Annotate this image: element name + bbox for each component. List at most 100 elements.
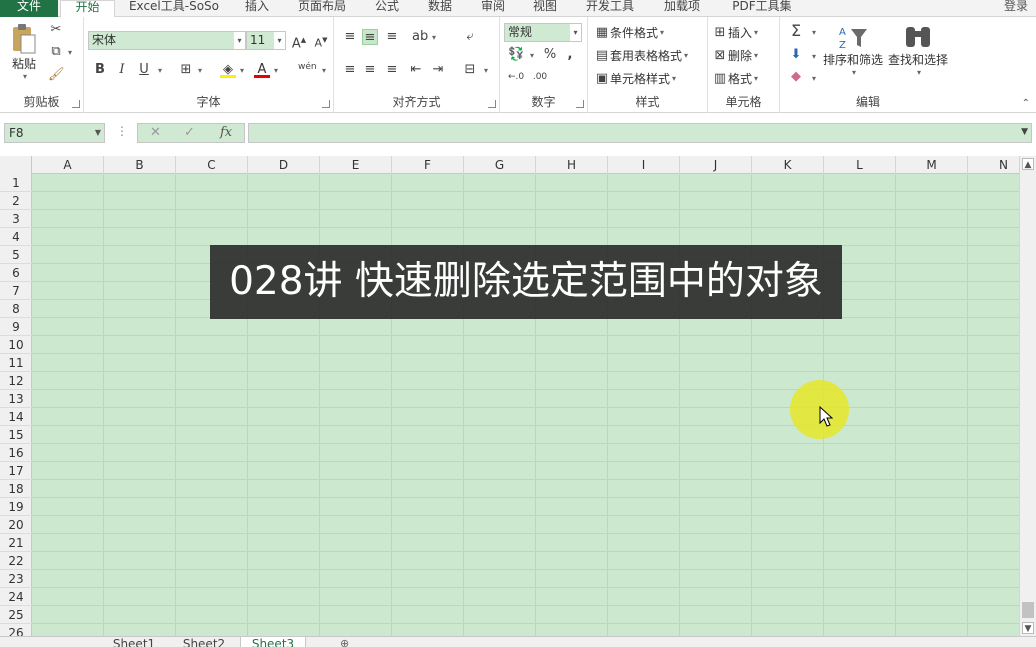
insert-cells-button[interactable]: ⊞ 插入 ▾ <box>712 24 758 41</box>
font-launcher-icon[interactable] <box>322 100 330 108</box>
row-header-26[interactable]: 26 <box>0 624 32 636</box>
sheet-tab-3[interactable]: Sheet3 <box>240 637 306 647</box>
row-header-2[interactable]: 2 <box>0 192 32 210</box>
percent-button[interactable]: % <box>542 47 558 63</box>
tab-formulas[interactable]: 公式 <box>364 0 410 17</box>
number-launcher-icon[interactable] <box>576 100 584 108</box>
autosum-icon[interactable]: Σ <box>788 23 804 39</box>
row-header-13[interactable]: 13 <box>0 390 32 408</box>
font-color-icon[interactable]: A <box>254 62 270 78</box>
align-right-icon[interactable]: ≡ <box>384 62 400 78</box>
cell-area[interactable] <box>32 174 1019 636</box>
chevron-down-icon[interactable]: ▾ <box>322 66 326 75</box>
chevron-down-icon[interactable]: ▾ <box>812 52 816 61</box>
tab-excel-tools-soso[interactable]: Excel工具-SoSo <box>120 0 228 17</box>
font-size-select[interactable]: 11 ▾ <box>246 31 286 50</box>
increase-indent-icon[interactable]: ⇥ <box>430 62 446 78</box>
insert-function-icon[interactable]: fx <box>220 124 232 142</box>
column-header-e[interactable]: E <box>320 156 392 174</box>
align-bottom-icon[interactable]: ≡ <box>384 29 400 45</box>
sort-filter-button[interactable]: AZ 排序和筛选 ▾ <box>822 23 884 77</box>
delete-cells-button[interactable]: ⊠ 删除 ▾ <box>712 47 758 64</box>
login-link[interactable]: 登录 <box>1004 0 1028 12</box>
column-header-f[interactable]: F <box>392 156 464 174</box>
font-name-select[interactable]: 宋体 ▾ <box>88 31 246 50</box>
name-box[interactable]: F8 ▼ <box>4 123 105 143</box>
chevron-down-icon[interactable]: ▾ <box>198 66 202 75</box>
formula-input[interactable]: ▼ <box>248 123 1032 143</box>
align-top-icon[interactable]: ≡ <box>342 29 358 45</box>
sheet-tab-1[interactable]: Sheet1 <box>100 637 168 647</box>
fill-icon[interactable]: ⬇ <box>788 47 804 63</box>
row-header-1[interactable]: 1 <box>0 174 32 192</box>
column-header-b[interactable]: B <box>104 156 176 174</box>
row-header-12[interactable]: 12 <box>0 372 32 390</box>
fill-color-icon[interactable]: ◈ <box>220 62 236 78</box>
borders-icon[interactable]: ⊞ <box>178 62 194 78</box>
row-header-23[interactable]: 23 <box>0 570 32 588</box>
tab-home[interactable]: 开始 <box>60 0 115 18</box>
chevron-down-icon[interactable]: ▾ <box>158 66 162 75</box>
row-header-16[interactable]: 16 <box>0 444 32 462</box>
chevron-down-icon[interactable]: ▾ <box>432 33 436 42</box>
format-painter-icon[interactable]: 🖌 <box>48 67 65 83</box>
row-header-9[interactable]: 9 <box>0 318 32 336</box>
tab-page-layout[interactable]: 页面布局 <box>288 0 356 17</box>
chevron-down-icon[interactable]: ▾ <box>530 51 534 60</box>
column-header-m[interactable]: M <box>896 156 968 174</box>
vertical-scrollbar[interactable]: ▲ ▼ <box>1019 156 1036 636</box>
number-format-select[interactable]: 常规 ▾ <box>504 23 582 42</box>
column-header-c[interactable]: C <box>176 156 248 174</box>
tab-view[interactable]: 视图 <box>522 0 568 17</box>
row-header-21[interactable]: 21 <box>0 534 32 552</box>
row-header-24[interactable]: 24 <box>0 588 32 606</box>
column-header-h[interactable]: H <box>536 156 608 174</box>
row-header-10[interactable]: 10 <box>0 336 32 354</box>
row-header-7[interactable]: 7 <box>0 282 32 300</box>
tab-add-ins[interactable]: 加载项 <box>652 0 712 17</box>
decrease-font-icon[interactable]: A▼ <box>313 32 329 50</box>
tab-insert[interactable]: 插入 <box>234 0 280 17</box>
formula-bar-splitter-icon[interactable]: ⋮ <box>116 124 128 138</box>
column-header-d[interactable]: D <box>248 156 320 174</box>
scroll-down-icon[interactable]: ▼ <box>1022 622 1034 634</box>
format-as-table-button[interactable]: ▤ 套用表格格式 ▾ <box>594 47 688 64</box>
paste-button[interactable]: 粘贴 ▾ <box>8 23 40 81</box>
wrap-text-icon[interactable]: ⤶ <box>462 29 478 45</box>
sheet-tab-2[interactable]: Sheet2 <box>170 637 238 647</box>
chevron-down-icon[interactable]: ▾ <box>484 66 488 75</box>
column-header-i[interactable]: I <box>608 156 680 174</box>
row-header-4[interactable]: 4 <box>0 228 32 246</box>
merge-center-icon[interactable]: ⊟ <box>462 62 478 78</box>
row-header-3[interactable]: 3 <box>0 210 32 228</box>
column-header-l[interactable]: L <box>824 156 896 174</box>
column-header-n[interactable]: N <box>968 156 1019 174</box>
tab-developer[interactable]: 开发工具 <box>576 0 644 17</box>
comma-button[interactable]: , <box>562 47 578 63</box>
tab-file[interactable]: 文件 <box>0 0 58 17</box>
row-header-25[interactable]: 25 <box>0 606 32 624</box>
add-sheet-icon[interactable]: ⊕ <box>340 637 349 647</box>
decrease-indent-icon[interactable]: ⇤ <box>408 62 424 78</box>
row-header-15[interactable]: 15 <box>0 426 32 444</box>
select-all-corner[interactable] <box>0 156 32 174</box>
find-select-button[interactable]: 查找和选择 ▾ <box>886 23 950 77</box>
column-header-k[interactable]: K <box>752 156 824 174</box>
expand-formula-bar-icon[interactable]: ▼ <box>1021 127 1028 137</box>
clear-icon[interactable]: ◆ <box>788 69 804 85</box>
row-header-11[interactable]: 11 <box>0 354 32 372</box>
cancel-icon[interactable]: ✕ <box>150 124 161 142</box>
chevron-down-icon[interactable]: ▾ <box>68 48 72 57</box>
chevron-down-icon[interactable]: ▾ <box>812 74 816 83</box>
column-header-j[interactable]: J <box>680 156 752 174</box>
align-left-icon[interactable]: ≡ <box>342 62 358 78</box>
format-cells-button[interactable]: ▥ 格式 ▾ <box>712 70 758 87</box>
clipboard-launcher-icon[interactable] <box>72 100 80 108</box>
row-header-5[interactable]: 5 <box>0 246 32 264</box>
row-header-18[interactable]: 18 <box>0 480 32 498</box>
tab-review[interactable]: 审阅 <box>470 0 516 17</box>
underline-button[interactable]: U <box>136 62 152 78</box>
tab-pdf-tools[interactable]: PDF工具集 <box>720 0 804 17</box>
row-header-14[interactable]: 14 <box>0 408 32 426</box>
copy-icon[interactable]: ⧉ <box>48 44 64 60</box>
